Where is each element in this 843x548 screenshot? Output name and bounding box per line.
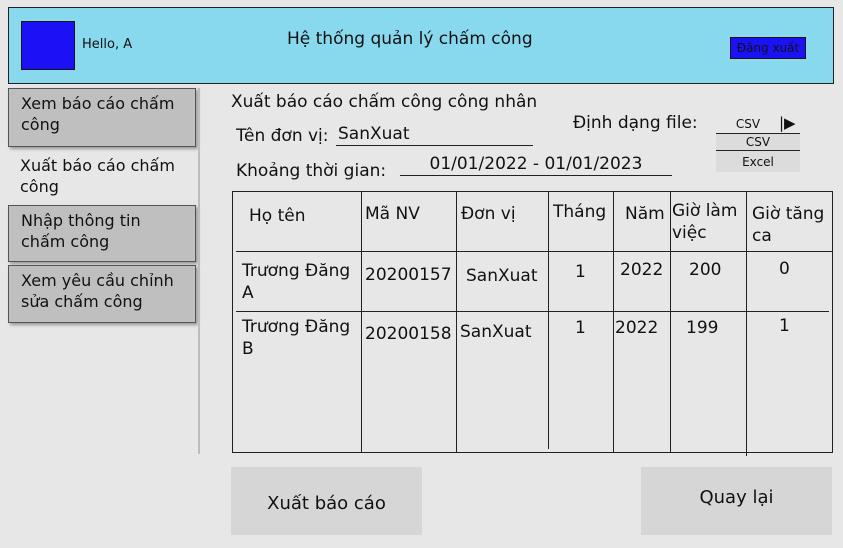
table-row-divider xyxy=(236,251,833,252)
table-header-name: Họ tên xyxy=(249,206,306,226)
logout-button[interactable]: Đăng xuất xyxy=(730,37,806,59)
export-report-button[interactable]: Xuất báo cáo xyxy=(231,467,422,535)
period-field[interactable]: 01/01/2022 - 01/01/2023 xyxy=(400,154,672,176)
table-header-unit: Đơn vị xyxy=(461,204,516,224)
sidebar-divider xyxy=(198,88,200,454)
sidebar-item-label: Xem yêu cầu chỉnh sửa chấm công xyxy=(21,271,174,311)
table-col-divider xyxy=(613,191,614,453)
page-title: Xuất báo cáo chấm công công nhân xyxy=(231,92,538,112)
greeting: Hello, A xyxy=(82,37,133,52)
sidebar-item-edit-requests[interactable]: Xem yêu cầu chỉnh sửa chấm công xyxy=(8,265,196,323)
table-row-1-overtime: 0 xyxy=(779,259,790,279)
table-row-2-id: 20200158 xyxy=(365,324,452,344)
back-button[interactable]: Quay lại xyxy=(641,467,832,535)
table-row-1-name: Trương Đăng A xyxy=(242,261,351,303)
table-header-year: Năm xyxy=(625,204,665,224)
app-header: Hello, A Hệ thống quản lý chấm công Đăng… xyxy=(8,7,834,84)
table-row-2-month: 1 xyxy=(575,318,586,338)
table-col-divider xyxy=(746,191,747,456)
sidebar-item-label: Xuất báo cáo chấm công xyxy=(20,156,175,196)
dropdown-arrow-icon[interactable]: |▶ xyxy=(779,114,796,132)
table-header-month: Tháng xyxy=(553,202,607,222)
table-col-divider xyxy=(548,191,549,449)
period-label: Khoảng thời gian: xyxy=(236,161,387,181)
format-option-excel[interactable]: Excel xyxy=(716,150,800,172)
table-row-2-name: Trương Đăng B xyxy=(242,317,351,359)
table-row-2-overtime: 1 xyxy=(779,316,790,336)
table-header-overtime: Giờ tăng ca xyxy=(752,204,825,246)
table-col-divider xyxy=(670,191,671,453)
table-col-divider xyxy=(456,191,457,453)
format-label: Định dạng file: xyxy=(573,113,698,133)
unit-field[interactable]: SanXuat xyxy=(336,124,533,146)
table-header-id: Mã NV xyxy=(365,204,420,224)
format-select[interactable]: CSV xyxy=(716,116,780,133)
table-col-divider xyxy=(361,191,362,453)
sidebar-item-import-attendance[interactable]: Nhập thông tin chấm công xyxy=(8,205,196,262)
app-title: Hệ thống quản lý chấm công xyxy=(287,29,533,49)
table-row-2-unit: SanXuat xyxy=(460,322,532,342)
sidebar-item-label: Nhập thông tin chấm công xyxy=(21,211,141,251)
table-row-1-id: 20200157 xyxy=(365,265,452,285)
sidebar-item-view-report[interactable]: Xem báo cáo chấm công xyxy=(8,88,196,147)
sidebar-item-label: Xem báo cáo chấm công xyxy=(21,94,175,134)
sidebar-item-export-report[interactable]: Xuất báo cáo chấm công xyxy=(8,151,196,201)
format-option-csv[interactable]: CSV xyxy=(716,133,800,150)
table-row-2-year: 2022 xyxy=(615,318,659,338)
unit-label: Tên đơn vị: xyxy=(236,126,329,146)
table-header-work-hours: Giờ làm việc xyxy=(672,201,738,243)
table-row-1-year: 2022 xyxy=(620,260,664,280)
table-row-divider xyxy=(236,311,829,312)
table-row-2-work-hours: 199 xyxy=(686,318,719,338)
table-row-1-month: 1 xyxy=(575,262,586,282)
avatar[interactable] xyxy=(21,21,75,70)
table-row-1-unit: SanXuat xyxy=(466,266,538,286)
table-row-1-work-hours: 200 xyxy=(689,260,722,280)
